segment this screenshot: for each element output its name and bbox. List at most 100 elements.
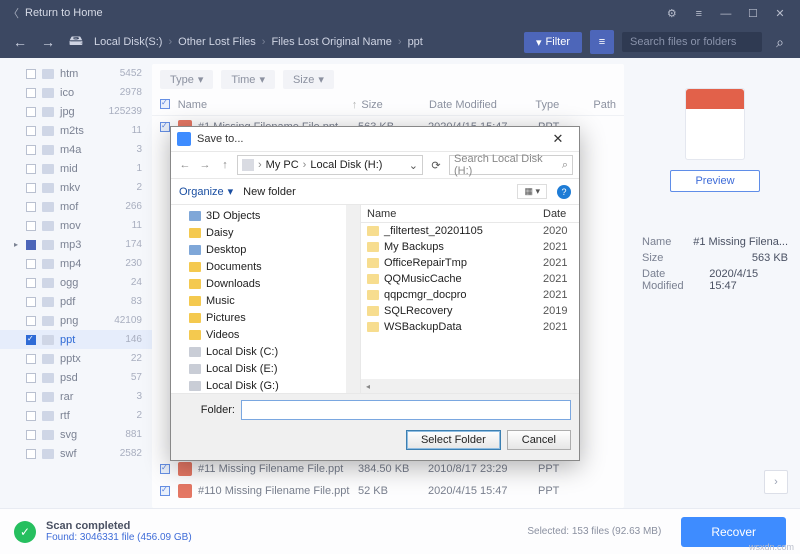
pill-time[interactable]: Time▾ [221,70,275,89]
tree-item[interactable]: Desktop [171,241,360,258]
sort-icon[interactable]: ↑ [352,99,362,111]
checkbox[interactable] [26,202,36,212]
checkbox[interactable] [26,164,36,174]
dialog-folder-tree[interactable]: 3D ObjectsDaisyDesktopDocumentsDownloads… [171,205,361,393]
checkbox[interactable] [26,145,36,155]
return-home-link[interactable]: Return to Home [25,7,103,19]
checkbox[interactable] [26,88,36,98]
sidebar-item-mkv[interactable]: mkv2 [0,178,152,197]
dialog-path[interactable]: › My PC› Local Disk (H:) ⌄ [237,155,423,175]
settings-icon[interactable]: ⚙ [660,7,684,20]
organize-menu[interactable]: Organize ▾ [179,185,233,198]
select-folder-button[interactable]: Select Folder [406,430,501,450]
nav-back-icon[interactable]: ← [10,32,30,52]
checkbox[interactable] [26,126,36,136]
select-all-checkbox[interactable] [160,99,170,109]
menu-icon[interactable]: ≡ [687,8,711,20]
list-item[interactable]: QQMusicCache2021 [361,271,579,287]
sidebar-item-svg[interactable]: svg881 [0,425,152,444]
checkbox[interactable] [26,392,36,402]
list-item[interactable]: OfficeRepairTmp2021 [361,255,579,271]
close-icon[interactable]: ✕ [768,7,792,20]
tree-item[interactable]: Documents [171,258,360,275]
chevron-down-icon[interactable]: ⌄ [409,159,418,172]
crumb-disk[interactable]: Local Disk(S:) [94,36,162,48]
view-options[interactable]: ▦ ▾ [517,184,547,199]
maximize-icon[interactable]: ☐ [741,7,765,20]
sidebar-item-htm[interactable]: htm5452 [0,64,152,83]
list-item[interactable]: WSBackupData2021 [361,319,579,335]
tree-item[interactable]: Downloads [171,275,360,292]
table-row[interactable]: #11 Missing Filename File.ppt384.50 KB20… [152,458,624,480]
search-icon[interactable]: ⌕ [770,32,790,52]
refresh-icon[interactable]: ⟳ [427,159,445,172]
dialog-file-list[interactable]: NameDate _filtertest_202011052020My Back… [361,205,579,393]
table-row[interactable]: #110 Missing Filename File.ppt52 KB2020/… [152,480,624,502]
search-input[interactable]: Search files or folders [622,32,762,52]
dialog-search-input[interactable]: Search Local Disk (H:) ⌕ [449,155,573,175]
sidebar-item-ogg[interactable]: ogg24 [0,273,152,292]
list-item[interactable]: qqpcmgr_docpro2021 [361,287,579,303]
list-item[interactable]: _filtertest_202011052020 [361,223,579,239]
col-size[interactable]: Size [361,99,429,111]
crumb-lost[interactable]: Files Lost Original Name [271,36,391,48]
new-folder-button[interactable]: New folder [243,186,296,198]
dl-col-date[interactable]: Date [543,208,579,220]
checkbox[interactable] [26,373,36,383]
checkbox[interactable] [26,69,36,79]
col-type[interactable]: Type [535,99,593,111]
dl-col-name[interactable]: Name [367,208,543,220]
tree-item[interactable]: 3D Objects [171,207,360,224]
list-item[interactable]: SQLRecovery2019 [361,303,579,319]
checkbox[interactable] [26,335,36,345]
help-icon[interactable]: ? [557,185,571,199]
sidebar-item-ico[interactable]: ico2978 [0,83,152,102]
checkbox[interactable] [26,354,36,364]
sidebar-item-pptx[interactable]: pptx22 [0,349,152,368]
checkbox[interactable] [26,316,36,326]
pill-type[interactable]: Type▾ [160,70,213,89]
sidebar-item-mov[interactable]: mov11 [0,216,152,235]
checkbox[interactable] [26,107,36,117]
checkbox[interactable] [26,259,36,269]
back-chevron-icon[interactable]: 〈 [8,5,19,21]
dialog-forward-icon[interactable]: → [197,159,213,171]
dialog-back-icon[interactable]: ← [177,159,193,171]
crumb-other[interactable]: Other Lost Files [178,36,256,48]
sidebar-item-psd[interactable]: psd57 [0,368,152,387]
checkbox[interactable] [26,430,36,440]
tree-item[interactable]: Pictures [171,309,360,326]
col-name[interactable]: Name [178,99,352,111]
dialog-close-icon[interactable]: ✕ [543,131,573,147]
nav-forward-icon[interactable]: → [38,32,58,52]
path-mypc[interactable]: My PC [266,159,299,171]
cancel-button[interactable]: Cancel [507,430,571,450]
filter-button[interactable]: ▾Filter [524,32,582,53]
tree-item[interactable]: Daisy [171,224,360,241]
sidebar-item-jpg[interactable]: jpg125239 [0,102,152,121]
col-date[interactable]: Date Modified [429,99,535,111]
tree-item[interactable]: Music [171,292,360,309]
checkbox[interactable] [26,240,36,250]
row-checkbox[interactable] [160,122,170,132]
checkbox[interactable] [26,278,36,288]
hscrollbar[interactable]: ◂ [361,379,579,393]
sidebar-item-mp3[interactable]: ▸mp3174 [0,235,152,254]
checkbox[interactable] [26,449,36,459]
sidebar-item-ppt[interactable]: ppt146 [0,330,152,349]
row-checkbox[interactable] [160,464,170,474]
preview-button[interactable]: Preview [670,170,759,192]
minimize-icon[interactable]: — [714,8,738,20]
checkbox[interactable] [26,183,36,193]
sidebar-item-rtf[interactable]: rtf2 [0,406,152,425]
sidebar-item-m2ts[interactable]: m2ts11 [0,121,152,140]
pill-size[interactable]: Size▾ [283,70,334,89]
sidebar-item-m4a[interactable]: m4a3 [0,140,152,159]
dialog-up-icon[interactable]: ↑ [217,159,233,171]
tree-item[interactable]: Local Disk (E:) [171,360,360,377]
crumb-ppt[interactable]: ppt [408,36,423,48]
sidebar-item-png[interactable]: png42109 [0,311,152,330]
tree-item[interactable]: Videos [171,326,360,343]
sidebar-item-mp4[interactable]: mp4230 [0,254,152,273]
breadcrumb[interactable]: Local Disk(S:)› Other Lost Files› Files … [94,36,516,48]
